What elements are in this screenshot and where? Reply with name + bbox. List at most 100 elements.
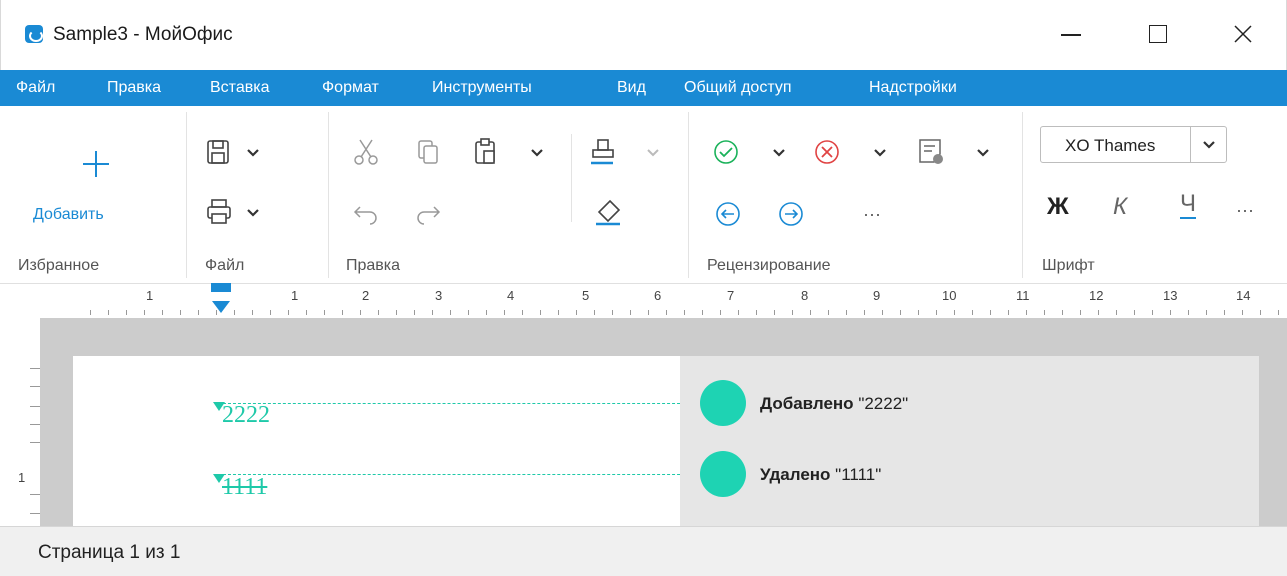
ruler-tick bbox=[666, 310, 667, 315]
add-favorite-button[interactable] bbox=[78, 146, 114, 182]
bold-button[interactable]: Ж bbox=[1047, 193, 1069, 221]
save-icon bbox=[207, 140, 259, 164]
ruler-tick bbox=[774, 310, 775, 315]
menu-format[interactable]: Формат bbox=[318, 70, 383, 106]
ruler-tick bbox=[270, 310, 271, 315]
comments-button[interactable] bbox=[914, 134, 998, 170]
review-change-label[interactable]: Удалено "1111" bbox=[760, 465, 881, 485]
font-name-select[interactable]: XO Thames bbox=[1040, 126, 1227, 163]
font-more-button[interactable]: ··· bbox=[1236, 200, 1254, 221]
menu-file[interactable]: Файл bbox=[12, 70, 59, 106]
document-page[interactable]: 2222 1111 bbox=[73, 356, 680, 526]
ruler-tick bbox=[252, 310, 253, 315]
ruler-number: 6 bbox=[654, 288, 662, 303]
ruler-number: 5 bbox=[582, 288, 590, 303]
ruler-number: 14 bbox=[1236, 288, 1251, 303]
ruler-tick bbox=[108, 310, 109, 315]
ruler-number: 12 bbox=[1089, 288, 1104, 303]
menu-insert[interactable]: Вставка bbox=[206, 70, 273, 106]
ruler-tick bbox=[234, 310, 235, 315]
ruler-tick bbox=[1080, 310, 1081, 315]
ruler-number: 9 bbox=[873, 288, 881, 303]
print-icon bbox=[207, 199, 259, 224]
reviewer-avatar[interactable] bbox=[700, 451, 746, 497]
ruler-tick bbox=[30, 368, 40, 369]
ruler-tick bbox=[792, 310, 793, 315]
ruler-tick bbox=[1044, 310, 1045, 315]
undo-button[interactable] bbox=[350, 194, 382, 230]
vertical-ruler[interactable]: 1 bbox=[0, 318, 40, 526]
maximize-icon bbox=[1149, 25, 1167, 43]
menu-sharing[interactable]: Общий доступ bbox=[680, 70, 796, 106]
deleted-text[interactable]: 1111 bbox=[222, 474, 267, 501]
ruler-tick bbox=[468, 310, 469, 315]
ruler-tick bbox=[486, 310, 487, 315]
font-dropdown-button[interactable] bbox=[1190, 127, 1226, 162]
clear-formatting-button[interactable] bbox=[592, 194, 624, 230]
ruler-tick bbox=[1152, 310, 1153, 315]
ruler-tick bbox=[1008, 310, 1009, 315]
menu-view[interactable]: Вид bbox=[613, 70, 650, 106]
ruler-tick bbox=[522, 310, 523, 315]
ruler-tick bbox=[30, 386, 40, 387]
next-change-button[interactable] bbox=[775, 198, 807, 230]
review-more-button[interactable]: ··· bbox=[856, 204, 888, 224]
review-pane: Добавлено "2222" Удалено "1111" bbox=[680, 356, 1259, 526]
minimize-icon bbox=[1061, 34, 1081, 36]
format-painter-button[interactable] bbox=[588, 134, 668, 170]
accept-change-button[interactable] bbox=[712, 134, 792, 170]
paste-icon bbox=[475, 138, 543, 164]
ruler-tick bbox=[1170, 310, 1171, 315]
print-button[interactable] bbox=[204, 194, 264, 230]
ruler-tick bbox=[1206, 310, 1207, 315]
ruler-number: 11 bbox=[1016, 288, 1030, 303]
first-line-indent-marker[interactable] bbox=[211, 283, 231, 292]
ruler-tick bbox=[864, 310, 865, 315]
previous-change-button[interactable] bbox=[712, 198, 744, 230]
change-connector-line bbox=[218, 403, 700, 404]
menu-tools[interactable]: Инструменты bbox=[428, 70, 536, 106]
ruler-tick bbox=[1260, 310, 1261, 315]
ruler-tick bbox=[810, 310, 811, 315]
ruler-number: 13 bbox=[1163, 288, 1178, 303]
reject-change-button[interactable] bbox=[813, 134, 893, 170]
format-painter-icon bbox=[591, 139, 659, 165]
copy-icon bbox=[418, 140, 438, 164]
maximize-button[interactable] bbox=[1128, 14, 1188, 54]
cut-button[interactable] bbox=[350, 134, 382, 170]
ruler-tick bbox=[648, 310, 649, 315]
ruler-tick bbox=[918, 310, 919, 315]
redo-button[interactable] bbox=[412, 194, 444, 230]
ruler-tick bbox=[684, 310, 685, 315]
ruler-tick bbox=[972, 310, 973, 315]
ruler-tick bbox=[1098, 310, 1099, 315]
ruler-tick bbox=[1026, 310, 1027, 315]
paste-button[interactable] bbox=[470, 134, 550, 170]
underline-button[interactable]: Ч bbox=[1180, 191, 1196, 219]
reviewer-avatar[interactable] bbox=[700, 380, 746, 426]
ruler-tick bbox=[846, 310, 847, 315]
review-change-label[interactable]: Добавлено "2222" bbox=[760, 394, 908, 414]
group-edit-label: Правка bbox=[346, 257, 401, 274]
menu-addons[interactable]: Надстройки bbox=[865, 70, 961, 106]
ruler-tick bbox=[720, 310, 721, 315]
comment-icon bbox=[919, 139, 989, 164]
ruler-tick bbox=[342, 310, 343, 315]
eraser-icon bbox=[596, 199, 621, 226]
add-favorite-label[interactable]: Добавить bbox=[33, 206, 104, 224]
left-indent-marker[interactable] bbox=[212, 301, 230, 313]
minimize-button[interactable] bbox=[1041, 14, 1101, 54]
inserted-text[interactable]: 2222 bbox=[222, 402, 270, 429]
ruler-tick bbox=[324, 310, 325, 315]
horizontal-ruler[interactable]: 1 1 2 3 4 5 6 7 8 9 10 11 12 13 14 bbox=[0, 284, 1287, 318]
ruler-tick bbox=[612, 310, 613, 315]
menu-edit[interactable]: Правка bbox=[103, 70, 165, 106]
ruler-tick bbox=[936, 310, 937, 315]
italic-button[interactable]: К bbox=[1113, 193, 1127, 221]
save-button[interactable] bbox=[204, 134, 264, 170]
ruler-tick bbox=[630, 310, 631, 315]
ruler-number: 2 bbox=[362, 288, 370, 303]
copy-button[interactable] bbox=[412, 134, 444, 170]
change-action: Добавлено bbox=[760, 394, 854, 413]
close-button[interactable] bbox=[1213, 14, 1273, 54]
